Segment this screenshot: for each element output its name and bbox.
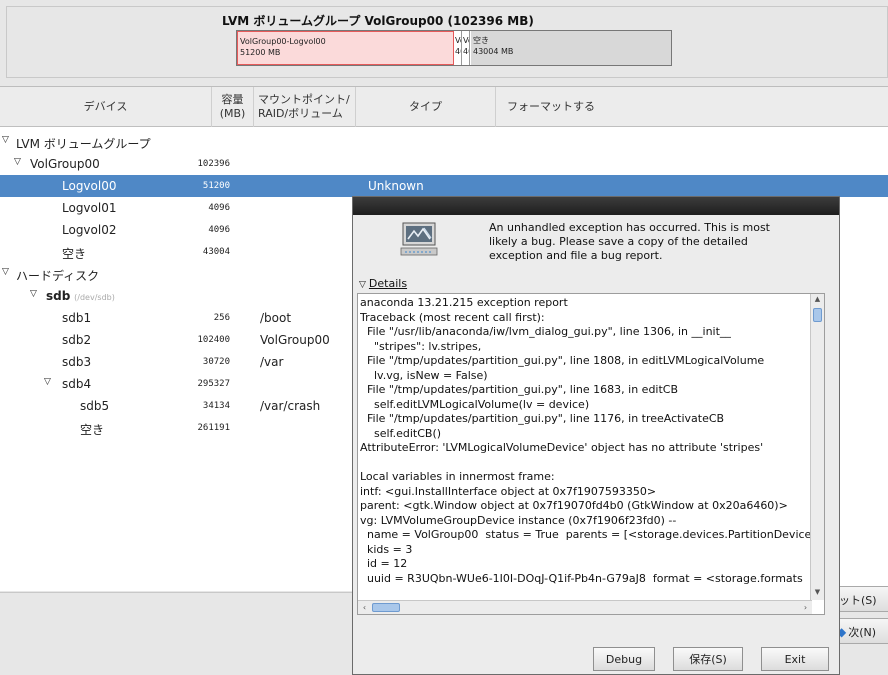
details-label: Details <box>368 277 408 290</box>
expander-down-icon[interactable]: ▽ <box>30 289 37 299</box>
scroll-thumb[interactable] <box>813 308 822 322</box>
vg-segment-name: VolGroup00-Logvol00 <box>240 37 326 46</box>
row-mount: /var/crash <box>260 399 321 413</box>
volume-group-title: LVM ボリュームグループ VolGroup00 (102396 MB) <box>222 14 534 28</box>
row-capacity: 256 <box>213 313 230 323</box>
volume-group-bar: VolGroup00-Logvol00 51200 MB Vol 409 Vol… <box>236 30 672 66</box>
row-device: 空き <box>62 247 87 261</box>
details-textview[interactable]: anaconda 13.21.215 exception report Trac… <box>357 293 825 615</box>
vg-segment-name: Vol <box>455 36 461 45</box>
vg-segment-size: 51200 MB <box>240 48 281 57</box>
row-type: Unknown <box>368 179 424 193</box>
row-mount: /boot <box>260 311 292 325</box>
vertical-scrollbar[interactable]: ▲ ▼ <box>810 294 824 600</box>
row-device: VolGroup00 <box>30 157 100 171</box>
scroll-down-icon[interactable]: ▼ <box>812 588 823 599</box>
exception-message: An unhandled exception has occurred. Thi… <box>489 221 770 262</box>
row-device: sdb4 <box>62 377 92 391</box>
column-header-capacity[interactable]: 容量 (MB) <box>212 87 254 127</box>
table-row[interactable]: ▽ VolGroup00 102396 <box>0 153 888 175</box>
row-capacity: 34134 <box>202 401 230 411</box>
exception-dialog: An unhandled exception has occurred. Thi… <box>352 196 840 675</box>
debug-button[interactable]: Debug <box>593 647 655 671</box>
vg-segment-size: 409 <box>455 47 461 56</box>
row-device: sdb1 <box>62 311 92 325</box>
vg-segment-size: 409 <box>463 47 469 56</box>
row-device: sdb3 <box>62 355 92 369</box>
dialog-titlebar[interactable] <box>353 197 839 215</box>
exception-report-text[interactable]: anaconda 13.21.215 exception report Trac… <box>360 296 824 600</box>
row-device: Logvol00 <box>62 179 117 193</box>
column-header-format[interactable]: フォーマットする <box>496 87 606 127</box>
row-device: Logvol02 <box>62 223 117 237</box>
scroll-left-icon[interactable]: ‹ <box>359 602 370 613</box>
row-device: 空き <box>80 423 105 437</box>
row-capacity: 30720 <box>202 357 230 367</box>
row-capacity: 102396 <box>197 159 230 169</box>
vg-segment-free[interactable]: 空き 43004 MB <box>471 31 671 65</box>
next-button[interactable]: ◆ 次(N) <box>832 618 888 644</box>
row-device: sdb2 <box>62 333 92 347</box>
expander-down-icon[interactable]: ▽ <box>2 267 9 277</box>
save-button[interactable]: 保存(S) <box>673 647 743 671</box>
vg-segment-logvol01[interactable]: Vol 409 <box>454 31 462 65</box>
row-device: sdb (/dev/sdb) <box>46 289 115 303</box>
exit-button[interactable]: Exit <box>761 647 829 671</box>
expander-down-icon[interactable]: ▽ <box>14 157 21 167</box>
row-capacity: 4096 <box>208 225 230 235</box>
vg-segment-name: 空き <box>473 36 489 45</box>
computer-error-icon <box>400 222 438 256</box>
row-mount: /var <box>260 355 284 369</box>
row-capacity: 261191 <box>197 423 230 433</box>
row-capacity: 102400 <box>197 335 230 345</box>
vg-segment-logvol00[interactable]: VolGroup00-Logvol00 51200 MB <box>237 31 454 65</box>
column-header-device[interactable]: デバイス <box>0 87 212 127</box>
scroll-up-icon[interactable]: ▲ <box>812 295 823 306</box>
row-device: Logvol01 <box>62 201 117 215</box>
column-header-mount[interactable]: マウントポイント/ RAID/ボリューム <box>254 87 356 127</box>
row-device: sdb5 <box>80 399 110 413</box>
row-device: LVM ボリュームグループ <box>16 137 151 151</box>
expander-down-icon[interactable]: ▽ <box>44 377 51 387</box>
expander-down-icon[interactable]: ▽ <box>2 135 9 145</box>
column-header-type[interactable]: タイプ <box>356 87 496 127</box>
table-row-selected[interactable]: Logvol00 51200 Unknown <box>0 175 888 197</box>
horizontal-scrollbar[interactable]: ‹ › <box>358 600 812 614</box>
table-header: デバイス 容量 (MB) マウントポイント/ RAID/ボリューム タイプ フォ… <box>0 87 888 127</box>
vg-segment-size: 43004 MB <box>473 47 514 56</box>
scroll-right-icon[interactable]: › <box>800 602 811 613</box>
reset-button[interactable]: ット(S) <box>832 586 888 612</box>
row-mount: VolGroup00 <box>260 333 330 347</box>
expander-down-icon: ▽ <box>359 280 366 290</box>
row-capacity: 51200 <box>202 181 230 191</box>
vg-segment-logvol02[interactable]: Vol 409 <box>462 31 470 65</box>
vg-segment-name: Vol <box>463 36 469 45</box>
row-capacity: 43004 <box>202 247 230 257</box>
row-device: ハードディスク <box>16 269 100 283</box>
scroll-thumb[interactable] <box>372 603 400 612</box>
table-row[interactable]: ▽ LVM ボリュームグループ <box>0 131 888 153</box>
next-button-label: 次(N) <box>848 626 877 639</box>
details-expander[interactable]: ▽ Details <box>359 277 407 290</box>
row-capacity: 4096 <box>208 203 230 213</box>
row-capacity: 295327 <box>197 379 230 389</box>
